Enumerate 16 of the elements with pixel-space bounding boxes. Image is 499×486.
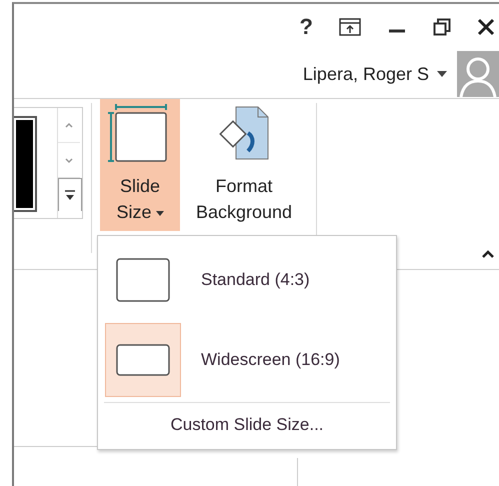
- theme-thumbnail[interactable]: [14, 116, 37, 212]
- menu-item[interactable]: Standard (4:3): [98, 240, 396, 320]
- widescreen-slide-icon: [116, 344, 170, 376]
- caret-icon[interactable]: [437, 71, 447, 77]
- restore-icon[interactable]: [433, 18, 451, 36]
- help-button[interactable]: ?: [300, 14, 313, 40]
- custom-size-item[interactable]: Custom Slide Size...: [98, 403, 396, 449]
- ribbon-display-icon[interactable]: [339, 18, 361, 36]
- more-icon[interactable]: [58, 178, 82, 211]
- collapse-ribbon-icon[interactable]: [481, 249, 495, 259]
- user-name[interactable]: Lipera, Roger S: [302, 64, 429, 84]
- ribbon-button[interactable]: Format Background: [180, 99, 308, 231]
- ribbon-button[interactable]: Slide Size: [100, 99, 180, 231]
- close-icon[interactable]: [477, 18, 495, 36]
- standard-slide-icon: [116, 258, 170, 302]
- menu-item[interactable]: Widescreen (16:9): [98, 320, 396, 400]
